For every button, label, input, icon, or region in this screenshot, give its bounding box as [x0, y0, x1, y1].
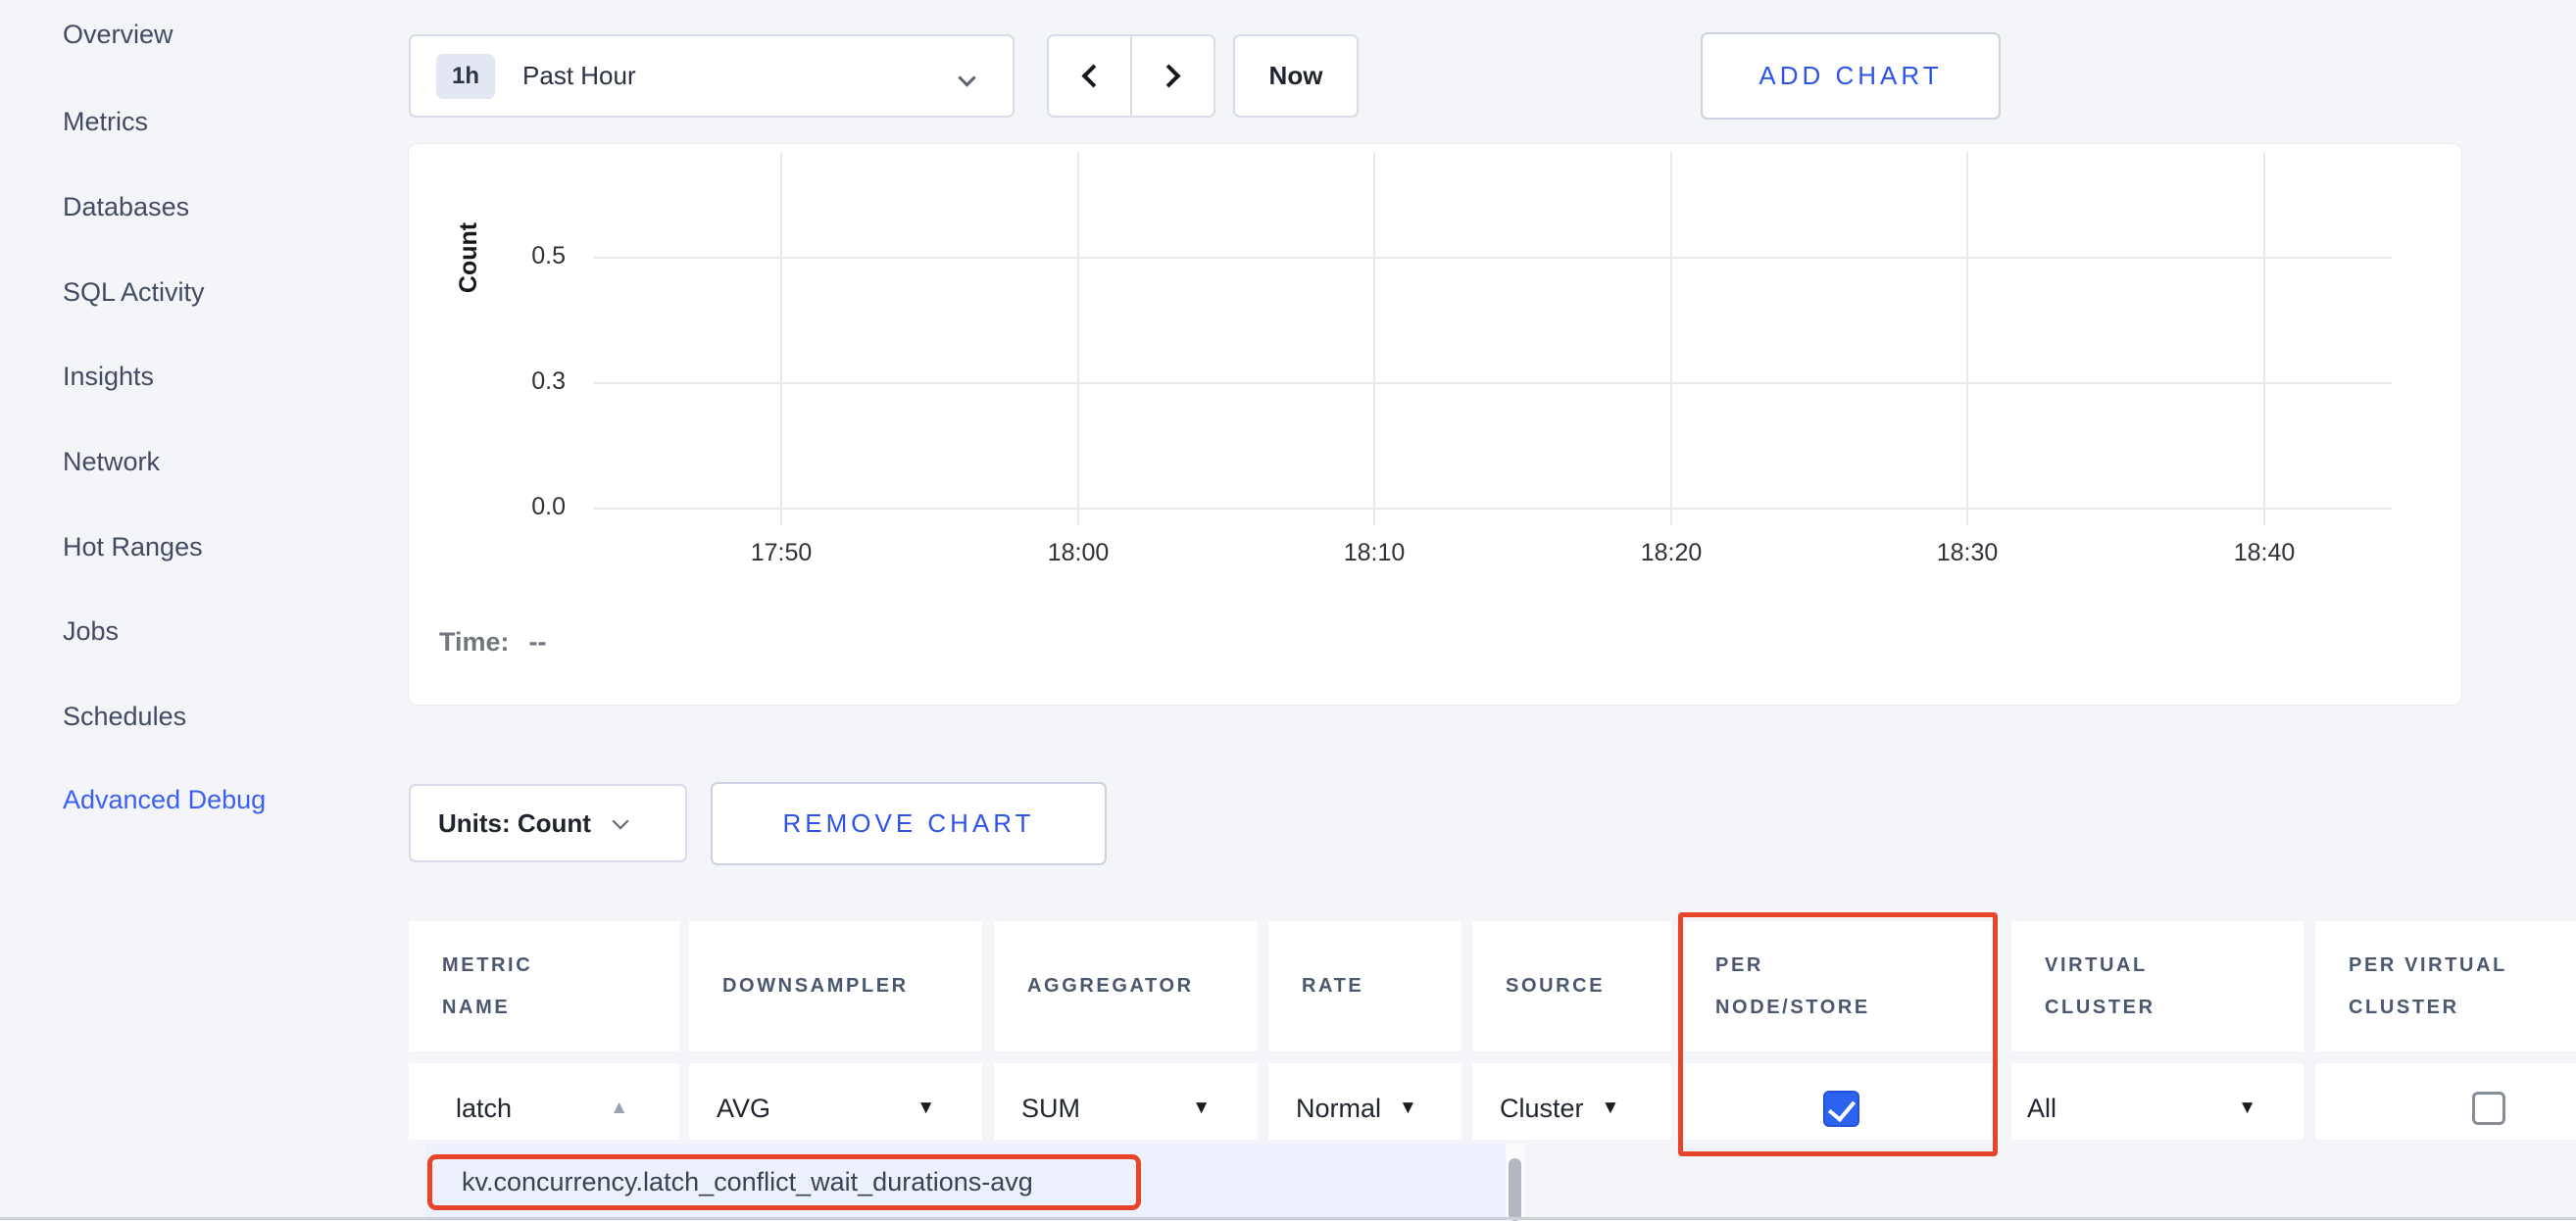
metric-suggestion-item[interactable]: kv.concurrency.latch_conflict_wait_durat… — [427, 1154, 1141, 1210]
caret-up-icon: ▲ — [610, 1098, 628, 1119]
gridline — [1077, 152, 1079, 525]
x-axis-tick: 18:00 — [1015, 539, 1142, 567]
window-bottom-edge — [0, 1217, 2576, 1220]
source-select[interactable]: Cluster ▼ — [1472, 1063, 1671, 1140]
metric-suggestion-dropdown: kv.concurrency.latch_conflict_wait_durat… — [425, 1144, 1525, 1221]
x-axis-tick: 18:20 — [1608, 539, 1735, 567]
sidebar-item-databases[interactable]: Databases — [63, 189, 376, 224]
downsampler-value: AVG — [717, 1094, 770, 1124]
units-dropdown[interactable]: Units: Count — [409, 784, 687, 862]
column-header-rate: RATE — [1268, 921, 1461, 1051]
y-axis-tick: 0.0 — [458, 493, 566, 521]
rate-value: Normal — [1296, 1094, 1381, 1124]
gridline — [780, 152, 782, 525]
column-header-source: SOURCE — [1472, 921, 1671, 1051]
chart-panel — [409, 144, 2461, 705]
downsampler-select[interactable]: AVG ▼ — [689, 1063, 982, 1140]
sidebar-item-overview[interactable]: Overview — [63, 17, 376, 52]
time-range-badge: 1h — [436, 54, 495, 99]
time-range-selector[interactable]: 1h Past Hour — [409, 34, 1015, 118]
sidebar-item-sql-activity[interactable]: SQL Activity — [63, 274, 376, 310]
scrollbar-thumb[interactable] — [1509, 1158, 1521, 1221]
caret-down-icon: ▼ — [1192, 1098, 1211, 1119]
gridline — [1373, 152, 1375, 525]
x-axis-tick: 18:10 — [1311, 539, 1438, 567]
column-header-per-virtual-cluster: PER VIRTUAL CLUSTER — [2315, 921, 2576, 1051]
y-axis-tick: 0.5 — [458, 242, 566, 270]
metric-name-value: latch — [456, 1094, 512, 1124]
source-value: Cluster — [1500, 1094, 1584, 1124]
chevron-right-icon — [1157, 64, 1180, 87]
chevron-left-icon — [1081, 64, 1105, 87]
column-header-virtual-cluster: VIRTUAL CLUSTER — [2011, 921, 2304, 1051]
time-window-nav — [1047, 34, 1215, 118]
sidebar-item-advanced-debug[interactable]: Advanced Debug — [63, 782, 376, 817]
per-node-store-cell — [1682, 1063, 2000, 1140]
virtual-cluster-select[interactable]: All ▼ — [2011, 1063, 2304, 1140]
caret-down-icon: ▼ — [1399, 1098, 1417, 1119]
x-axis-tick: 17:50 — [718, 539, 845, 567]
column-header-per-node-store: PER NODE/STORE — [1682, 921, 2000, 1051]
virtual-cluster-value: All — [2027, 1094, 2056, 1124]
chevron-down-icon — [612, 813, 628, 830]
rate-select[interactable]: Normal ▼ — [1268, 1063, 1461, 1140]
sidebar-item-insights[interactable]: Insights — [63, 359, 376, 394]
remove-chart-button[interactable]: REMOVE CHART — [711, 782, 1107, 865]
sidebar-item-schedules[interactable]: Schedules — [63, 699, 376, 734]
caret-down-icon: ▼ — [1602, 1098, 1620, 1119]
gridline — [593, 382, 2392, 384]
column-header-aggregator: AGGREGATOR — [994, 921, 1258, 1051]
time-readout-value: -- — [529, 627, 547, 658]
per-virtual-cluster-checkbox[interactable] — [2472, 1092, 2505, 1125]
aggregator-select[interactable]: SUM ▼ — [994, 1063, 1258, 1140]
x-axis-tick: 18:40 — [2201, 539, 2328, 567]
aggregator-value: SUM — [1021, 1094, 1080, 1124]
sidebar-item-hot-ranges[interactable]: Hot Ranges — [63, 529, 376, 564]
column-header-metric-name: METRIC NAME — [409, 921, 679, 1051]
custom-chart-page: Overview Metrics Databases SQL Activity … — [0, 0, 2576, 1221]
gridline — [593, 508, 2392, 510]
x-axis-tick: 18:30 — [1904, 539, 2031, 567]
gridline — [593, 257, 2392, 259]
caret-down-icon: ▼ — [916, 1098, 935, 1119]
chevron-down-icon — [958, 69, 975, 86]
time-readout-label: Time: — [439, 627, 510, 658]
sidebar-item-jobs[interactable]: Jobs — [63, 613, 376, 649]
gridline — [1670, 152, 1672, 525]
previous-timeframe-button[interactable] — [1047, 34, 1131, 118]
gridline — [1966, 152, 1968, 525]
gridline — [2263, 152, 2265, 525]
chart-hover-readout: Time: -- — [439, 627, 547, 658]
metric-suggestion-text: kv.concurrency.latch_conflict_wait_durat… — [462, 1167, 1033, 1197]
dropdown-scrollbar[interactable] — [1506, 1144, 1525, 1221]
per-virtual-cluster-cell — [2315, 1063, 2576, 1140]
sidebar-item-network[interactable]: Network — [63, 444, 376, 479]
add-chart-button[interactable]: ADD CHART — [1701, 32, 2001, 120]
per-node-store-checkbox[interactable] — [1823, 1091, 1859, 1127]
now-button[interactable]: Now — [1233, 34, 1359, 118]
y-axis-tick: 0.3 — [458, 367, 566, 396]
next-timeframe-button[interactable] — [1131, 34, 1215, 118]
time-range-label: Past Hour — [522, 61, 636, 91]
metric-name-combobox[interactable]: latch ▲ — [409, 1063, 679, 1140]
caret-down-icon: ▼ — [2238, 1098, 2256, 1119]
units-dropdown-label: Units: Count — [438, 808, 591, 839]
sidebar-item-metrics[interactable]: Metrics — [63, 104, 376, 139]
column-header-downsampler: DOWNSAMPLER — [689, 921, 982, 1051]
